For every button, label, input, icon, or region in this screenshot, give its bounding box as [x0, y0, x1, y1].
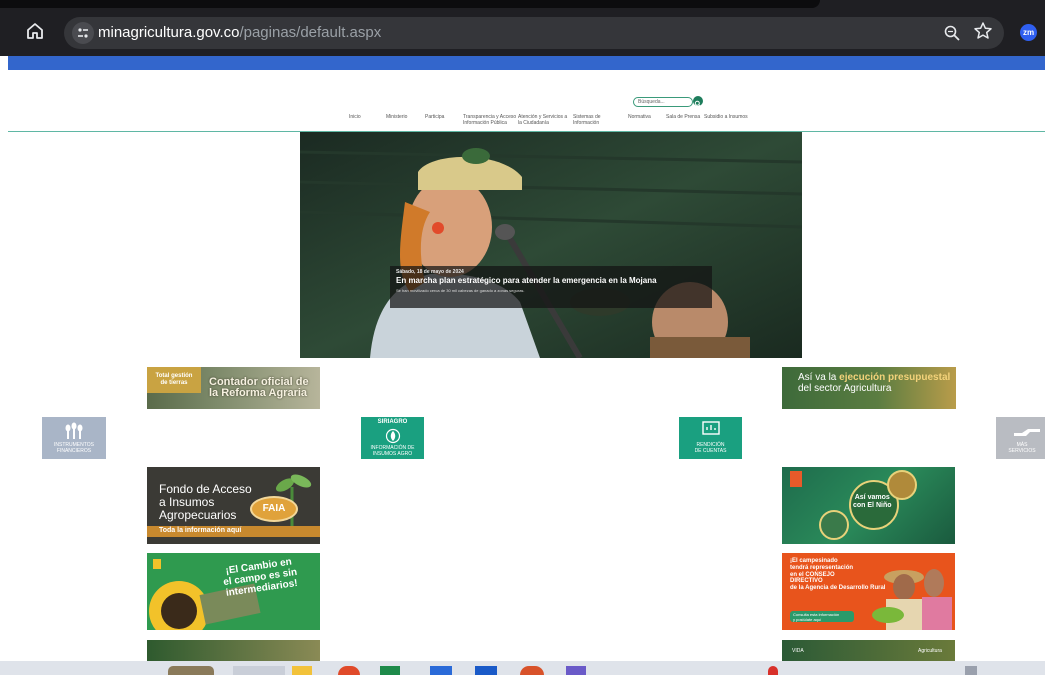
url-text[interactable]: minagricultura.gov.co/paginas/default.as… — [98, 24, 381, 41]
banner-ejecucion-presupuestal[interactable]: Así va la ejecución presupuestal del sec… — [782, 367, 956, 409]
taskbar-widget-icon[interactable] — [168, 666, 214, 675]
banner-fenomeno-nino[interactable]: Así vamos con El Niño — [782, 467, 955, 544]
banner-tierras-text: Contador oficial de la Reforma Agraria — [209, 376, 309, 399]
url-host: minagricultura.gov.co — [98, 24, 240, 41]
tile-mas-servicios-label: MÁS SERVICIOS — [1008, 442, 1036, 454]
search-icon[interactable] — [693, 96, 703, 108]
zoom-icon[interactable] — [943, 24, 961, 42]
home-icon[interactable] — [24, 20, 46, 42]
faia-logo: FAIA — [250, 496, 298, 522]
screen: minagricultura.gov.co/paginas/default.as… — [0, 0, 1045, 675]
tile-rendicion-cuentas[interactable]: RENDICIÓN DE CUENTAS — [679, 417, 742, 459]
hand-icon — [1014, 429, 1040, 436]
tab-strip-shade — [0, 0, 820, 8]
banner-ejecucion-prefix: Así va la — [798, 372, 840, 383]
banner-ejecucion-text: Así va la ejecución presupuestal del sec… — [798, 372, 950, 394]
report-icon — [702, 421, 720, 435]
banner-faia-text: Fondo de Acceso a Insumos Agropecuarios — [159, 482, 252, 522]
banner-ejecucion-suffix: del sector Agricultura — [798, 383, 892, 394]
url-path: /paginas/default.aspx — [239, 24, 382, 41]
banner-tierras-tag: Total gestión de tierras — [147, 367, 201, 393]
hero-title[interactable]: En marcha plan estratégico para atender … — [396, 276, 657, 285]
banner-faia-footer[interactable]: Toda la información aquí — [147, 526, 320, 537]
tile-rendicion-label: RENDICIÓN DE CUENTAS — [694, 442, 727, 454]
taskbar-excel-icon[interactable] — [380, 666, 400, 675]
banner-faia[interactable]: Fondo de Acceso a Insumos Agropecuarios … — [147, 467, 320, 544]
site-search-placeholder: Búsqueda... — [638, 99, 665, 105]
nav-sistemas[interactable]: Sistemas de Información — [573, 114, 601, 129]
banner-faia-cta: Toda la información aquí — [159, 527, 242, 534]
nav-ministerio[interactable]: Ministerio — [386, 114, 407, 129]
tile-siriagro-title: SIRIAGRO — [377, 419, 408, 425]
tile-instrumentos-label: INSTRUMENTOS FINANCIEROS — [54, 442, 94, 454]
hero-date: Sábado, 18 de mayo de 2024 — [396, 269, 464, 275]
address-bar[interactable]: minagricultura.gov.co/paginas/default.as… — [64, 17, 1004, 49]
banner-consejo-text: ¡El campesinado tendrá representación en… — [790, 558, 886, 592]
hero-caption[interactable]: Sábado, 18 de mayo de 2024 En marcha pla… — [390, 266, 712, 308]
tile-siriagro[interactable]: SIRIAGRO INFORMACIÓN DE INSUMOS AGRO — [361, 417, 424, 459]
taskbar-powerpoint-icon[interactable] — [520, 666, 544, 675]
hero-subtitle: Se han movilizado cerca de 30 mil cabeza… — [396, 288, 525, 293]
banner-bottom-right-left-text: VIDA — [792, 648, 804, 654]
taskbar-notification-icon[interactable] — [768, 666, 778, 675]
taskbar-tray-icon[interactable] — [965, 666, 977, 675]
taskbar-search-icon[interactable] — [233, 666, 285, 675]
nav-atencion[interactable]: Atención y Servicios a la Ciudadanía — [518, 114, 567, 129]
browser-toolbar: minagricultura.gov.co/paginas/default.as… — [0, 0, 1045, 56]
banner-ejecucion-bold: ejecución presupuestal — [839, 372, 951, 383]
banner-bottom-right-right-text: Agricultura — [918, 648, 942, 654]
tile-mas-servicios[interactable]: MÁS SERVICIOS — [996, 417, 1045, 459]
nav-transparencia[interactable]: Transparencia y Acceso Información Públi… — [463, 114, 516, 129]
site-info-icon[interactable] — [72, 22, 94, 44]
banner-cambio-campo[interactable]: ¡El Cambio en el campo es sin intermedia… — [147, 553, 320, 630]
banner-nino-text: Así vamos con El Niño — [853, 494, 892, 509]
tile-instrumentos-financieros[interactable]: INSTRUMENTOS FINANCIEROS — [42, 417, 106, 459]
nav-inicio[interactable]: Inicio — [349, 114, 361, 129]
banner-consejo-cta[interactable]: Consulta esta información y postúlate aq… — [790, 611, 854, 622]
taskbar-folder-icon[interactable] — [292, 666, 312, 675]
taskbar-teams-icon[interactable] — [566, 666, 586, 675]
taskbar-outlook-icon[interactable] — [430, 666, 452, 675]
banner-reforma-agraria[interactable]: Total gestión de tierras Contador oficia… — [147, 367, 320, 409]
gov-co-strip — [8, 56, 1045, 70]
tile-siriagro-label: INFORMACIÓN DE INSUMOS AGRO — [370, 445, 415, 457]
nav-participa[interactable]: Participa — [425, 114, 444, 129]
nav-sala-prensa[interactable]: Sala de Prensa — [666, 114, 700, 129]
leaf-circle-icon — [385, 428, 401, 444]
site-search-input[interactable]: Búsqueda... — [633, 97, 693, 107]
banner-consejo-directivo[interactable]: ¡El campesinado tendrá representación en… — [782, 553, 955, 630]
nav-subsidio[interactable]: Subsidio a Insumos — [704, 114, 748, 129]
nav-normativa[interactable]: Normativa — [628, 114, 651, 129]
wheat-icon — [65, 422, 83, 439]
viewport-edge — [0, 56, 8, 675]
profile-avatar[interactable]: zm — [1020, 24, 1037, 41]
hero-image[interactable] — [300, 132, 802, 358]
star-icon[interactable] — [973, 21, 993, 41]
taskbar-chrome-icon[interactable] — [338, 666, 360, 675]
taskbar-word-icon[interactable] — [475, 666, 497, 675]
